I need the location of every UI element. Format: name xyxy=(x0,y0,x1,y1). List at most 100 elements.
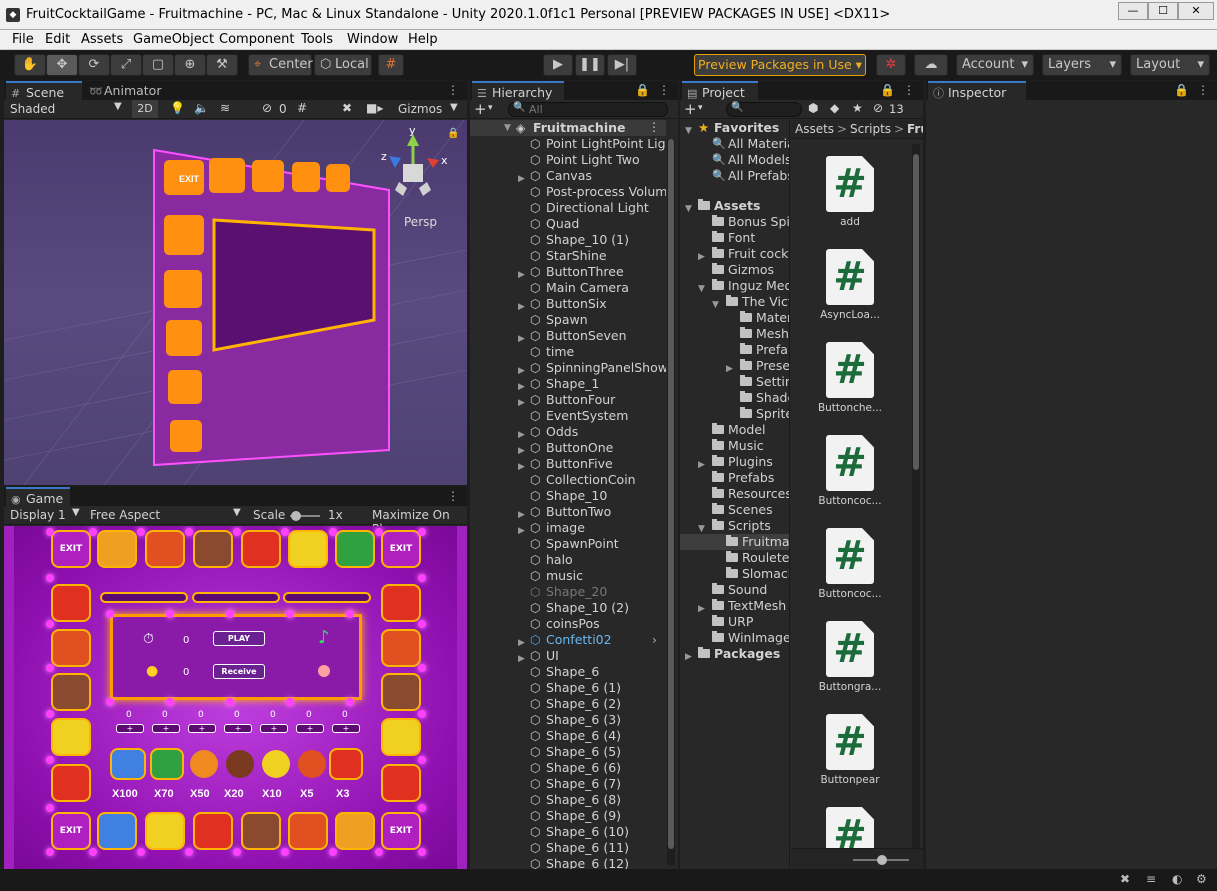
hierarchy-item[interactable]: ⬡ Shape_10 xyxy=(470,488,666,504)
folder-tree-item[interactable]: Sprite xyxy=(680,406,789,422)
folder-tree-item[interactable]: ▶ Plugins xyxy=(680,454,789,470)
hierarchy-item[interactable]: ⬡ halo xyxy=(470,552,666,568)
bet-tile-coconut[interactable] xyxy=(224,748,256,780)
menu-help[interactable]: Help xyxy=(408,32,438,47)
folder-tree-item[interactable]: URP xyxy=(680,614,789,630)
script-asset[interactable]: # AsyncLoa... xyxy=(805,249,895,321)
packages-header[interactable]: ▶ Packages xyxy=(680,646,789,662)
layout-dropdown[interactable]: Layout ▾ xyxy=(1130,54,1210,76)
hierarchy-item[interactable]: ⬡ Point LightPoint Light xyxy=(470,136,666,152)
tab-hierarchy[interactable]: ☰ Hierarchy xyxy=(472,81,564,100)
hierarchy-item[interactable]: ⬡ StarShine xyxy=(470,248,666,264)
hierarchy-scrollbar[interactable] xyxy=(667,139,675,865)
hierarchy-item[interactable]: ⬡ Shape_6 (5) xyxy=(470,744,666,760)
menu-assets[interactable]: Assets xyxy=(81,32,123,47)
hierarchy-menu-icon[interactable]: ⋮ xyxy=(658,83,670,97)
assets-header[interactable]: ▼ Assets xyxy=(680,198,789,214)
camera-icon[interactable]: ■▸ xyxy=(366,101,383,115)
progress-icon[interactable]: ◐ xyxy=(1172,872,1182,886)
folder-tree-item[interactable]: Fruitmac xyxy=(680,534,789,550)
step-button[interactable]: ▶| xyxy=(607,54,637,76)
hierarchy-item[interactable]: ▶ ⬡ Confetti02 › xyxy=(470,632,666,648)
music-note-icon[interactable]: ♪ xyxy=(318,627,330,648)
hierarchy-item[interactable]: ⬡ Shape_10 (1) xyxy=(470,232,666,248)
menu-component[interactable]: Component xyxy=(219,32,294,47)
transform-tool-button[interactable]: ⊕ xyxy=(174,54,206,76)
folder-tree-item[interactable]: Bonus Spin xyxy=(680,214,789,230)
hierarchy-item[interactable]: ⬡ Directional Light xyxy=(470,200,666,216)
hidden-packages-icon[interactable]: ⊘ xyxy=(873,101,883,115)
folder-tree-item[interactable]: Roulete xyxy=(680,550,789,566)
lock-icon[interactable]: 🔒 xyxy=(635,83,650,97)
filter-type-icon[interactable]: ⬢ xyxy=(808,101,818,115)
project-scrollbar[interactable] xyxy=(912,144,920,856)
play-button[interactable]: ▶ xyxy=(543,54,573,76)
expand-arrow-icon[interactable]: ▼ xyxy=(504,123,511,133)
minimize-button[interactable]: — xyxy=(1118,2,1148,20)
create-add-icon[interactable]: + xyxy=(474,100,487,118)
hierarchy-item[interactable]: ⬡ Shape_6 (10) xyxy=(470,824,666,840)
lighting-icon[interactable]: 💡 xyxy=(170,101,185,115)
pivot-center-toggle[interactable]: ⌖ Center xyxy=(248,54,313,76)
bug-icon[interactable]: ✖ xyxy=(1120,872,1130,886)
script-asset[interactable]: # add xyxy=(805,156,895,228)
script-asset[interactable]: # Buttonpear xyxy=(805,714,895,786)
tab-inspector[interactable]: ⓘ Inspector xyxy=(928,81,1026,100)
lock-icon[interactable]: 🔒 xyxy=(1174,83,1189,97)
shading-dropdown[interactable]: Shaded xyxy=(10,102,55,116)
menu-gameobject[interactable]: GameObject xyxy=(133,32,214,47)
folder-tree-item[interactable]: Mater xyxy=(680,310,789,326)
tools-icon[interactable]: ✖ xyxy=(342,101,352,115)
bet-tile-bonus[interactable] xyxy=(110,748,146,780)
favorite-item[interactable]: 🔍 All Models xyxy=(680,152,789,168)
collab-button[interactable]: ✲ xyxy=(876,54,906,76)
sound-toggle-icon[interactable] xyxy=(318,665,330,677)
bet-add-button[interactable]: + xyxy=(188,724,216,733)
script-asset[interactable]: # Buttonche... xyxy=(805,342,895,414)
hierarchy-item[interactable]: ▶ ⬡ Shape_1 xyxy=(470,376,666,392)
create-add-icon[interactable]: + xyxy=(684,100,697,118)
tab-animator[interactable]: ➿ Animator xyxy=(84,81,166,100)
aspect-dropdown[interactable]: Free Aspect xyxy=(90,508,160,522)
folder-tree-item[interactable]: Mesh xyxy=(680,326,789,342)
grid-toggle-icon[interactable]: # xyxy=(297,101,307,115)
open-prefab-chevron-icon[interactable]: › xyxy=(652,632,657,648)
effects-icon[interactable]: ≋ xyxy=(220,101,230,115)
display-dropdown[interactable]: Display 1 xyxy=(10,508,66,522)
bet-add-button[interactable]: + xyxy=(296,724,324,733)
scene-menu-icon[interactable]: ⋮ xyxy=(447,83,459,97)
inspector-menu-icon[interactable]: ⋮ xyxy=(1197,83,1209,97)
hierarchy-item[interactable]: ⬡ Shape_10 (2) xyxy=(470,600,666,616)
hierarchy-item[interactable]: ▶ ⬡ ButtonTwo xyxy=(470,504,666,520)
exit-button-top-right[interactable]: EXIT xyxy=(381,530,421,568)
bet-add-button[interactable]: + xyxy=(152,724,180,733)
hierarchy-item[interactable]: ▶ ⬡ Canvas xyxy=(470,168,666,184)
hierarchy-item[interactable]: ⬡ Shape_6 (1) xyxy=(470,680,666,696)
grid-snap-button[interactable]: # xyxy=(378,54,404,76)
scale-tool-button[interactable]: ⤢ xyxy=(110,54,142,76)
hierarchy-item[interactable]: ⬡ Shape_6 (3) xyxy=(470,712,666,728)
hierarchy-item[interactable]: ⬡ Shape_20 xyxy=(470,584,666,600)
gizmos-dropdown[interactable]: Gizmos xyxy=(398,102,442,116)
hierarchy-item[interactable]: ▶ ⬡ image xyxy=(470,520,666,536)
custom-tool-button[interactable]: ⚒ xyxy=(206,54,238,76)
tab-game[interactable]: ◉ Game xyxy=(6,487,70,506)
preview-packages-dropdown[interactable]: Preview Packages in Use ▾ xyxy=(694,54,866,76)
2d-toggle[interactable]: 2D xyxy=(132,100,158,118)
maximize-button[interactable]: ☐ xyxy=(1148,2,1178,20)
script-asset[interactable]: # Buttoncoc... xyxy=(805,435,895,507)
hierarchy-scroll-thumb[interactable] xyxy=(668,139,674,849)
folder-tree-item[interactable]: ▶ Prese xyxy=(680,358,789,374)
folder-tree-item[interactable]: Model xyxy=(680,422,789,438)
exit-button-bottom-left[interactable]: EXIT xyxy=(51,812,91,850)
pivot-local-toggle[interactable]: ⬡ Local xyxy=(314,54,372,76)
lock-icon[interactable]: 🔒 xyxy=(447,128,459,139)
hierarchy-item[interactable]: ⬡ Shape_6 (6) xyxy=(470,760,666,776)
hierarchy-item[interactable]: ⬡ music xyxy=(470,568,666,584)
layers-dropdown[interactable]: Layers ▾ xyxy=(1042,54,1122,76)
hierarchy-item[interactable]: ▶ ⬡ UI xyxy=(470,648,666,664)
exit-button-top-left[interactable]: EXIT xyxy=(51,530,91,568)
hierarchy-item[interactable]: ⬡ Shape_6 (4) xyxy=(470,728,666,744)
bet-add-button[interactable]: + xyxy=(224,724,252,733)
scene-menu-icon[interactable]: ⋮ xyxy=(648,120,660,134)
